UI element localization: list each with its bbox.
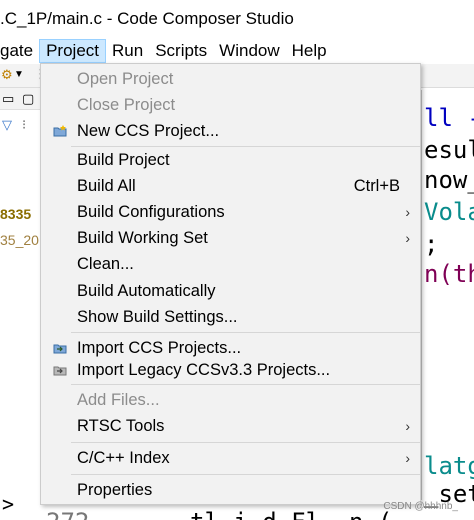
menu-item-label: Properties [77,481,153,499]
menu-item-label: Build Project [77,151,170,169]
dropdown-arrow-icon[interactable]: ▼ [14,68,24,82]
menu-item-rtsc-tools[interactable]: RTSC Tools › [41,413,420,439]
menu-separator [71,384,420,385]
menu-item-new-ccs-project[interactable]: New CCS Project... [41,118,420,144]
menu-item-label: Build Automatically [77,282,216,300]
code-fragment: ll - [424,104,474,132]
menu-item-build-automatically[interactable]: Build Automatically [41,278,420,304]
menu-item-label: Build Working Set [77,229,208,247]
menu-help[interactable]: Help [286,39,333,63]
menu-item-label: Close Project [77,96,176,114]
menu-item-import-legacy-projects[interactable]: Import Legacy CCSv3.3 Projects... [41,357,420,383]
menu-item-close-project[interactable]: Close Project [41,92,420,118]
menu-separator [71,332,420,333]
menu-item-add-files[interactable]: Add Files... [41,387,420,413]
explorer-toolbar: ▭ ▢ [0,88,42,110]
menu-item-build-working-set[interactable]: Build Working Set › [41,225,420,251]
menu-scripts[interactable]: Scripts [149,39,213,63]
gear-icon[interactable]: ⚙ [1,68,13,82]
menu-item-properties[interactable]: Properties [41,477,420,503]
submenu-arrow-icon: › [405,418,410,434]
menu-separator [71,474,420,475]
menu-item-open-project[interactable]: Open Project [41,66,420,92]
menu-bar: gate Project Run Scripts Window Help [0,38,474,64]
title-bar: .C_1P/main.c - Code Composer Studio [0,0,474,38]
menu-item-clean[interactable]: Clean... [41,251,420,277]
menu-item-label: C/C++ Index [77,449,170,467]
menu-item-label: Build All [77,177,136,195]
submenu-arrow-icon: › [405,450,410,466]
menu-run[interactable]: Run [106,39,149,63]
window-title: .C_1P/main.c - Code Composer Studio [0,9,294,28]
submenu-arrow-icon: › [405,230,410,246]
menu-item-build-configurations[interactable]: Build Configurations › [41,199,420,225]
filter-icon[interactable]: ▽ [2,118,12,132]
watermark: CSDN @hhhnb_ [383,501,458,512]
code-fragment: now_ [424,166,474,194]
menu-item-show-build-settings[interactable]: Show Build Settings... [41,304,420,330]
import-projects-icon [53,344,67,354]
tree-item[interactable]: 8335 [0,206,31,222]
code-fragment: tl.i.d Fl..n ( [190,508,392,520]
shortcut-label: Ctrl+B [353,177,400,195]
code-fragment: latg [424,452,474,480]
menu-window[interactable]: Window [213,39,285,63]
menu-item-label: New CCS Project... [77,122,220,140]
menu-item-label: Add Files... [77,391,160,409]
menu-project[interactable]: Project [39,39,107,63]
project-menu-dropdown: Open Project Close Project New CCS Proje… [40,63,421,505]
menu-item-label: Build Configurations [77,203,225,221]
menu-item-cpp-index[interactable]: C/C++ Index › [41,445,420,471]
minimize-icon[interactable]: ▭ [2,92,14,106]
view-menu-icon[interactable]: ⁝ [22,118,26,132]
menu-item-label: Clean... [77,255,134,273]
menu-item-label: Open Project [77,70,174,88]
menu-item-build-project[interactable]: Build Project [41,147,420,173]
menu-item-label: Show Build Settings... [77,308,238,326]
menu-navigate[interactable]: gate [0,39,39,63]
menu-item-label: RTSC Tools [77,417,165,435]
submenu-arrow-icon: › [405,204,410,220]
code-fragment: > [2,492,15,516]
maximize-icon[interactable]: ▢ [22,92,34,106]
import-legacy-icon [53,366,67,376]
tree-item[interactable]: 35_20 [0,232,39,248]
project-explorer [0,88,42,520]
code-fragment: ; [424,230,439,258]
menu-item-build-all[interactable]: Build All Ctrl+B [41,173,420,199]
code-fragment: Vola [424,198,474,226]
code-fragment: esul [424,136,474,164]
menu-separator [71,442,420,443]
new-ccs-project-icon [53,125,67,137]
menu-item-label: Import Legacy CCSv3.3 Projects... [77,361,331,379]
line-number: 272 [46,508,89,520]
code-fragment: n(th [424,260,474,288]
